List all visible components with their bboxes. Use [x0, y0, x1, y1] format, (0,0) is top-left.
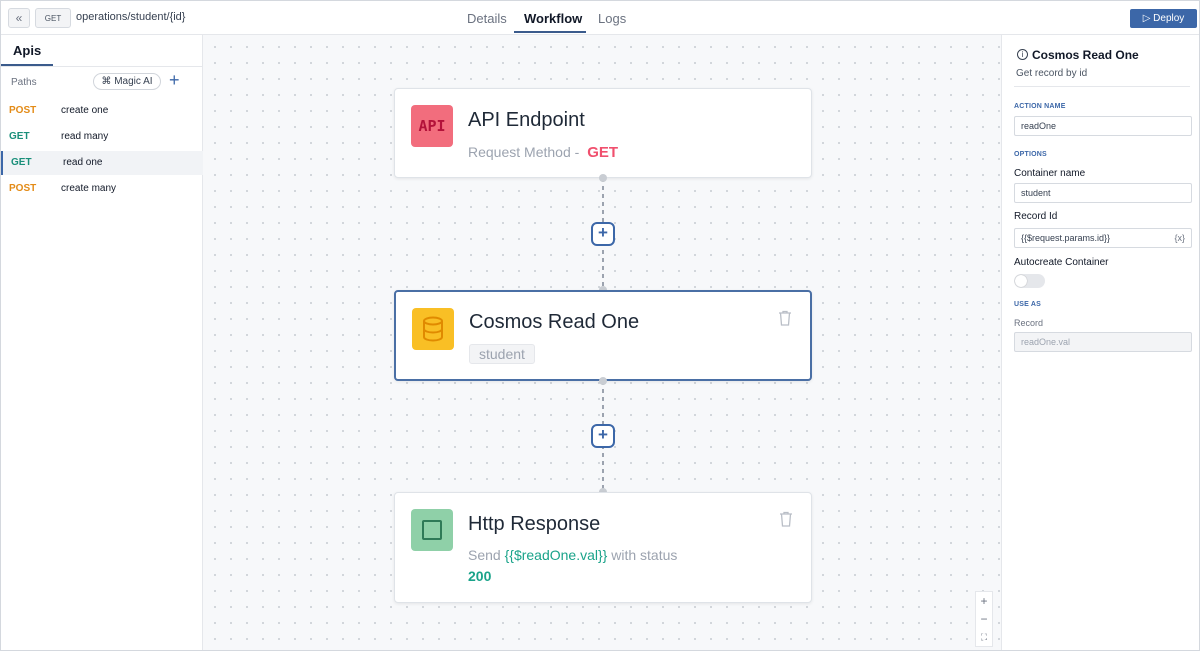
trash-icon[interactable]	[779, 511, 793, 527]
route-name: create many	[61, 183, 117, 194]
list-item[interactable]: POST create many	[1, 177, 203, 201]
route-name: read one	[63, 157, 103, 168]
panel-title: Cosmos Read One	[1032, 48, 1139, 62]
active-tab-indicator	[514, 31, 586, 33]
record-output-input: readOne.val	[1014, 332, 1192, 352]
deploy-button[interactable]: ▷ Deploy	[1130, 9, 1197, 28]
divider	[1, 66, 203, 67]
add-step-button[interactable]: +	[591, 222, 615, 246]
method-label: GET	[9, 131, 30, 142]
method-label: POST	[9, 183, 37, 194]
route-name: create one	[61, 105, 109, 116]
variable-icon[interactable]: {x}	[1174, 229, 1185, 247]
zoom-controls: + − ⛶	[975, 591, 993, 647]
api-icon: API	[411, 105, 453, 147]
connector-handle	[599, 377, 607, 385]
method-label: POST	[9, 105, 37, 116]
section-label-action-name: ACTION NAME	[1014, 103, 1066, 110]
tab-workflow[interactable]: Workflow	[524, 11, 582, 26]
method-value: GET	[587, 144, 619, 161]
action-name-input[interactable]: readOne	[1014, 116, 1192, 136]
container-name-label: Container name	[1014, 168, 1086, 179]
method-chip: GET	[35, 8, 71, 28]
zoom-out-button[interactable]: −	[976, 610, 992, 628]
send-suffix: with status	[611, 547, 678, 563]
section-label-options: OPTIONS	[1014, 151, 1047, 158]
autocreate-label: Autocreate Container	[1014, 257, 1109, 268]
top-bar: « GET operations/student/{id} Details Wo…	[1, 1, 1199, 35]
square-icon	[411, 509, 453, 551]
container-tag: student	[469, 344, 535, 364]
section-label-use-as: USE AS	[1014, 301, 1042, 308]
workflow-canvas[interactable]: API API Endpoint Request Method - GET + …	[203, 35, 1001, 650]
cosmos-read-one-node[interactable]: Cosmos Read One student	[394, 290, 812, 381]
list-item-selected[interactable]: GET read one	[1, 151, 203, 175]
database-icon	[412, 308, 454, 350]
divider	[1014, 86, 1190, 87]
magic-ai-button[interactable]: ⌘ Magic AI	[93, 73, 161, 90]
tab-apis[interactable]: Apis	[13, 43, 41, 58]
container-name-input[interactable]: student	[1014, 183, 1192, 203]
method-prefix: Request Method -	[468, 144, 580, 160]
route-path: operations/student/{id}	[76, 11, 186, 23]
tab-logs[interactable]: Logs	[598, 11, 626, 26]
add-path-icon[interactable]: +	[169, 70, 180, 90]
record-label: Record	[1014, 318, 1044, 328]
add-step-button[interactable]: +	[591, 424, 615, 448]
node-title: Http Response	[468, 513, 601, 535]
collapse-sidebar-button[interactable]: «	[8, 8, 30, 28]
info-icon: i	[1017, 49, 1028, 60]
sidebar: Apis Paths ⌘ Magic AI + POST create one …	[1, 35, 203, 650]
autocreate-toggle[interactable]	[1014, 274, 1045, 288]
double-chevron-left-icon: «	[15, 11, 23, 25]
node-subtitle: Send {{$readOne.val}} with status	[468, 547, 677, 563]
app-window: « GET operations/student/{id} Details Wo…	[0, 0, 1200, 651]
record-id-value: {{$request.params.id}}	[1021, 233, 1111, 243]
paths-label: Paths	[11, 77, 37, 88]
zoom-in-button[interactable]: +	[976, 592, 992, 610]
api-endpoint-node[interactable]: API API Endpoint Request Method - GET	[394, 88, 812, 178]
send-prefix: Send	[468, 547, 501, 563]
http-response-node[interactable]: Http Response Send {{$readOne.val}} with…	[394, 492, 812, 603]
send-variable: {{$readOne.val}}	[504, 547, 608, 563]
connector-handle	[599, 174, 607, 182]
panel-subtitle: Get record by id	[1016, 68, 1088, 79]
list-item[interactable]: GET read many	[1, 125, 203, 149]
list-item[interactable]: POST create one	[1, 99, 203, 123]
record-id-input[interactable]: {{$request.params.id}} {x}	[1014, 228, 1192, 248]
node-subtitle: Request Method - GET	[468, 144, 618, 161]
toggle-knob	[1015, 275, 1027, 287]
node-title: Cosmos Read One	[469, 311, 640, 333]
route-name: read many	[61, 131, 109, 142]
record-id-label: Record Id	[1014, 211, 1058, 222]
properties-panel: i Cosmos Read One Get record by id ACTIO…	[1001, 35, 1199, 650]
trash-icon[interactable]	[778, 310, 792, 326]
tab-details[interactable]: Details	[467, 11, 507, 26]
fit-view-button[interactable]: ⛶	[976, 628, 992, 646]
node-title: API Endpoint	[468, 109, 585, 131]
status-code: 200	[468, 568, 492, 584]
method-label: GET	[11, 157, 32, 168]
